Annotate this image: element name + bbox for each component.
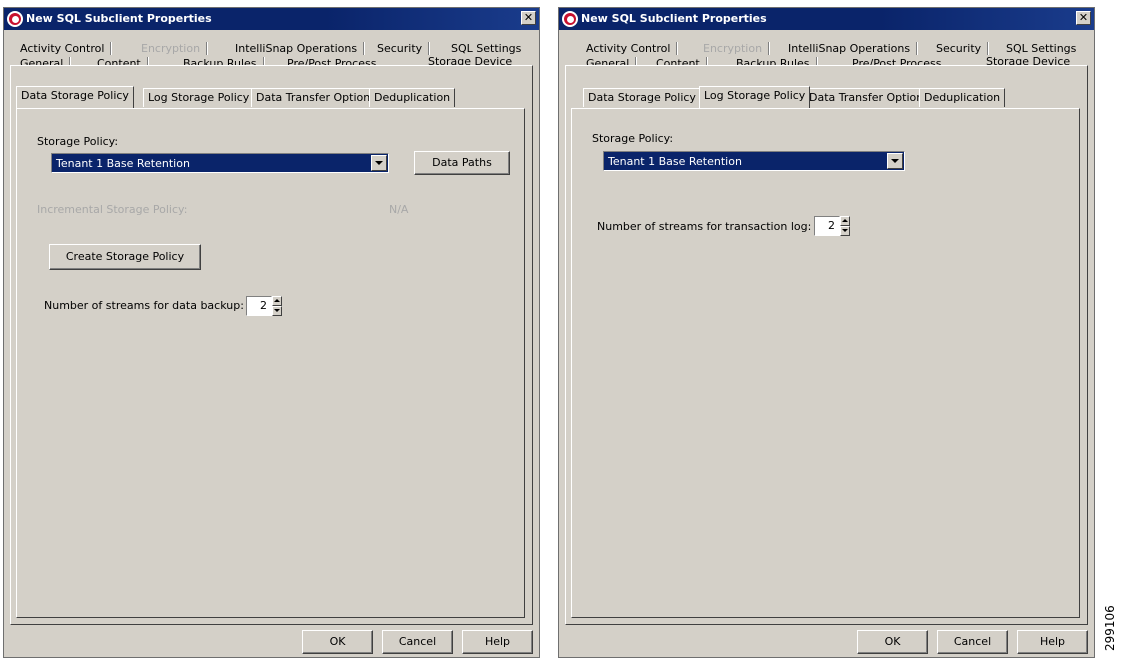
spin-down-icon[interactable]: [840, 226, 850, 236]
dialog-title: New SQL Subclient Properties: [26, 12, 212, 25]
title-bar[interactable]: New SQL Subclient Properties ✕: [559, 8, 1094, 30]
tab-data-transfer-option[interactable]: Data Transfer Option: [251, 88, 376, 107]
data-backup-streams-stepper[interactable]: 2: [246, 296, 282, 316]
storage-policy-select[interactable]: Tenant 1 Base Retention: [603, 151, 905, 171]
tab-intellisnap-operations[interactable]: IntelliSnap Operations: [781, 41, 919, 56]
spin-up-icon[interactable]: [840, 216, 850, 226]
storage-policy-value: Tenant 1 Base Retention: [56, 157, 190, 170]
tab-intellisnap-operations[interactable]: IntelliSnap Operations: [228, 41, 366, 56]
transaction-log-streams-stepper[interactable]: 2: [814, 216, 850, 236]
cancel-button[interactable]: Cancel: [937, 630, 1008, 654]
data-backup-streams-label: Number of streams for data backup:: [44, 299, 244, 312]
dialog-title: New SQL Subclient Properties: [581, 12, 767, 25]
tab-activity-control[interactable]: Activity Control: [13, 41, 113, 56]
subclient-properties-dialog: New SQL Subclient Properties ✕ Activity …: [558, 7, 1095, 658]
close-button[interactable]: ✕: [521, 11, 536, 25]
spin-up-icon[interactable]: [272, 296, 282, 306]
tab-log-storage-policy[interactable]: Log Storage Policy: [699, 86, 811, 108]
ok-button[interactable]: OK: [857, 630, 928, 654]
create-storage-policy-button[interactable]: Create Storage Policy: [49, 244, 201, 270]
title-bar[interactable]: New SQL Subclient Properties ✕: [4, 8, 539, 30]
data-storage-policy-panel: [16, 108, 525, 618]
tab-deduplication[interactable]: Deduplication: [919, 88, 1006, 107]
storage-policy-select[interactable]: Tenant 1 Base Retention: [51, 153, 389, 173]
storage-policy-value: Tenant 1 Base Retention: [608, 155, 742, 168]
subclient-properties-dialog: New SQL Subclient Properties ✕ Activity …: [3, 7, 540, 658]
close-button[interactable]: ✕: [1076, 11, 1091, 25]
spin-down-icon[interactable]: [272, 306, 282, 316]
storage-policy-label: Storage Policy:: [592, 132, 674, 145]
tab-data-transfer-option[interactable]: Data Transfer Option: [804, 88, 929, 107]
figure-id: 299106: [1103, 605, 1117, 651]
cancel-button[interactable]: Cancel: [382, 630, 453, 654]
tab-deduplication[interactable]: Deduplication: [369, 88, 456, 107]
data-paths-button[interactable]: Data Paths: [414, 151, 510, 175]
log-storage-policy-panel: [571, 108, 1080, 618]
chevron-down-icon[interactable]: [887, 153, 903, 169]
tab-data-storage-policy[interactable]: Data Storage Policy: [583, 88, 701, 107]
tab-log-storage-policy[interactable]: Log Storage Policy: [143, 88, 255, 107]
app-logo-icon: [562, 11, 578, 27]
data-backup-streams-input[interactable]: 2: [246, 296, 272, 316]
help-button[interactable]: Help: [462, 630, 533, 654]
tab-activity-control[interactable]: Activity Control: [579, 41, 679, 56]
tab-data-storage-policy[interactable]: Data Storage Policy: [16, 86, 134, 108]
tab-encryption: Encryption: [696, 41, 771, 56]
ok-button[interactable]: OK: [302, 630, 373, 654]
transaction-log-streams-label: Number of streams for transaction log:: [597, 220, 812, 233]
chevron-down-icon[interactable]: [371, 155, 387, 171]
storage-policy-label: Storage Policy:: [37, 135, 119, 148]
help-button[interactable]: Help: [1017, 630, 1088, 654]
transaction-log-streams-input[interactable]: 2: [814, 216, 840, 236]
incremental-storage-policy-value: N/A: [389, 203, 409, 216]
incremental-storage-policy-label: Incremental Storage Policy:: [37, 203, 188, 216]
app-logo-icon: [7, 11, 23, 27]
tab-encryption: Encryption: [134, 41, 209, 56]
